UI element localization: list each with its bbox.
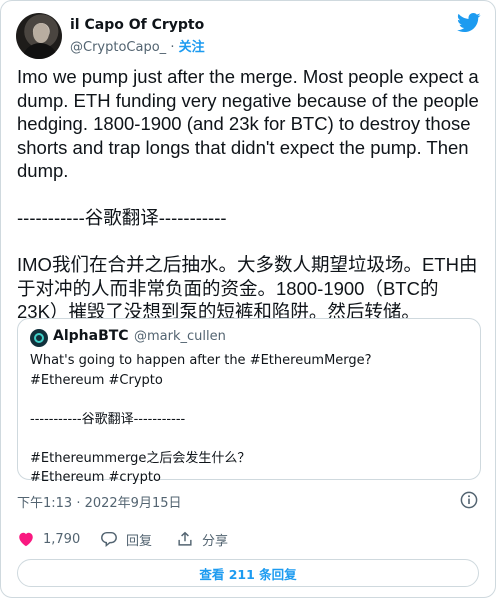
- share-button[interactable]: 分享: [176, 528, 228, 550]
- view-replies-button[interactable]: 查看 211 条回复: [17, 559, 479, 587]
- reply-label: 回复: [126, 533, 153, 549]
- info-icon[interactable]: [460, 491, 478, 509]
- tweet-text: Imo we pump just after the merge. Most p…: [17, 66, 479, 322]
- tweet-timestamp[interactable]: 下午1:13 · 2022年9月15日: [17, 492, 182, 511]
- quoted-text: What's going to happen after the #Ethere…: [30, 353, 372, 485]
- author-avatar[interactable]: [16, 13, 62, 59]
- quoted-author-name: AlphaBTC: [53, 328, 129, 344]
- share-icon: [178, 531, 192, 546]
- share-label: 分享: [202, 533, 229, 549]
- reply-button[interactable]: 回复: [100, 528, 152, 550]
- like-button[interactable]: 1,790: [17, 528, 80, 550]
- follow-button[interactable]: 关注: [179, 40, 205, 55]
- reply-icon: [101, 531, 117, 547]
- tweet-card: il Capo Of Crypto @CryptoCapo_ · 关注 Imo …: [0, 0, 496, 598]
- quoted-tweet[interactable]: AlphaBTC @mark_cullen What's going to ha…: [17, 318, 481, 485]
- heart-icon: [19, 532, 33, 547]
- handle-separator: ·: [170, 40, 175, 55]
- author-handle[interactable]: @CryptoCapo_: [70, 40, 166, 55]
- twitter-bird-icon[interactable]: [457, 13, 481, 33]
- like-count: 1,790: [43, 531, 81, 547]
- quoted-avatar: [30, 329, 48, 347]
- quoted-author-handle: @mark_cullen: [134, 329, 226, 344]
- author-name[interactable]: il Capo Of Crypto: [70, 17, 204, 33]
- author-handle-row: @CryptoCapo_ · 关注: [70, 36, 205, 55]
